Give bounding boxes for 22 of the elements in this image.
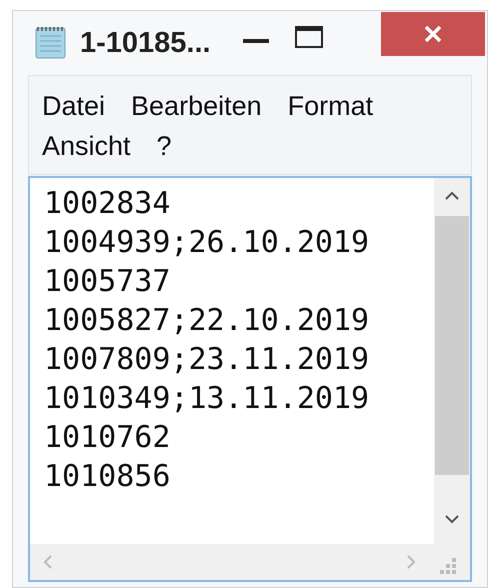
text-line: 1010856 [44,458,170,496]
menu-item[interactable]: Bearbeiten [131,86,262,126]
minimize-icon [242,39,269,43]
menu-item[interactable]: ? [156,126,172,166]
text-line: 1005827;22.10.2019 [44,302,370,340]
scroll-up-icon[interactable] [445,191,459,200]
resize-grip-icon[interactable] [438,556,458,576]
close-icon [424,25,442,43]
close-button[interactable] [381,12,485,56]
scroll-down-icon[interactable] [445,515,459,524]
menu-item[interactable]: Datei [42,86,106,126]
menu-item[interactable]: Format [288,86,374,126]
maximize-icon [294,26,323,48]
text-line: 1002834 [44,185,170,223]
text-line: 1010349;13.11.2019 [44,380,370,418]
text-line: 1005737 [44,263,170,301]
scrollbar-thumb[interactable] [435,216,469,475]
text-line: 1010762 [44,419,170,457]
text-line: 1007809;23.11.2019 [44,341,370,379]
window-title: 1-10185... [80,26,211,60]
menu-item[interactable]: Ansicht [42,126,131,166]
text-line: 1004939;26.10.2019 [44,224,370,262]
